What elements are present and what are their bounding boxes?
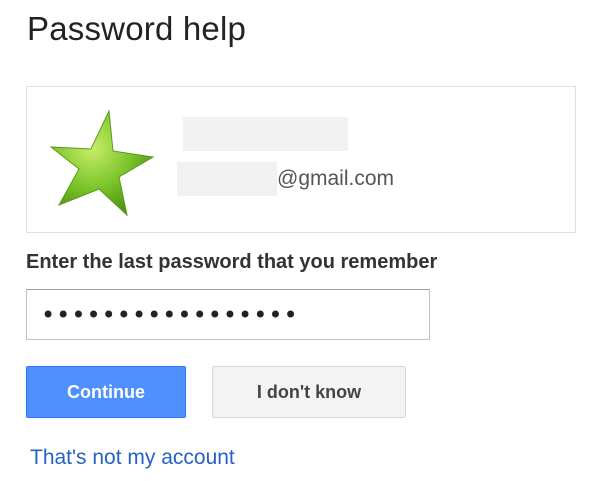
password-input[interactable] xyxy=(26,289,430,340)
email-username-redacted xyxy=(177,162,277,196)
not-my-account-link[interactable]: That's not my account xyxy=(30,446,235,470)
dont-know-button[interactable]: I don't know xyxy=(212,366,406,418)
account-email: @gmail.com xyxy=(177,162,394,196)
account-name-redacted xyxy=(183,117,348,151)
page-title: Password help xyxy=(27,10,247,47)
account-card: @gmail.com xyxy=(26,86,576,233)
continue-button[interactable]: Continue xyxy=(26,366,186,418)
star-icon xyxy=(49,109,155,217)
password-label: Enter the last password that you remembe… xyxy=(26,251,438,273)
email-domain: @gmail.com xyxy=(277,167,395,190)
